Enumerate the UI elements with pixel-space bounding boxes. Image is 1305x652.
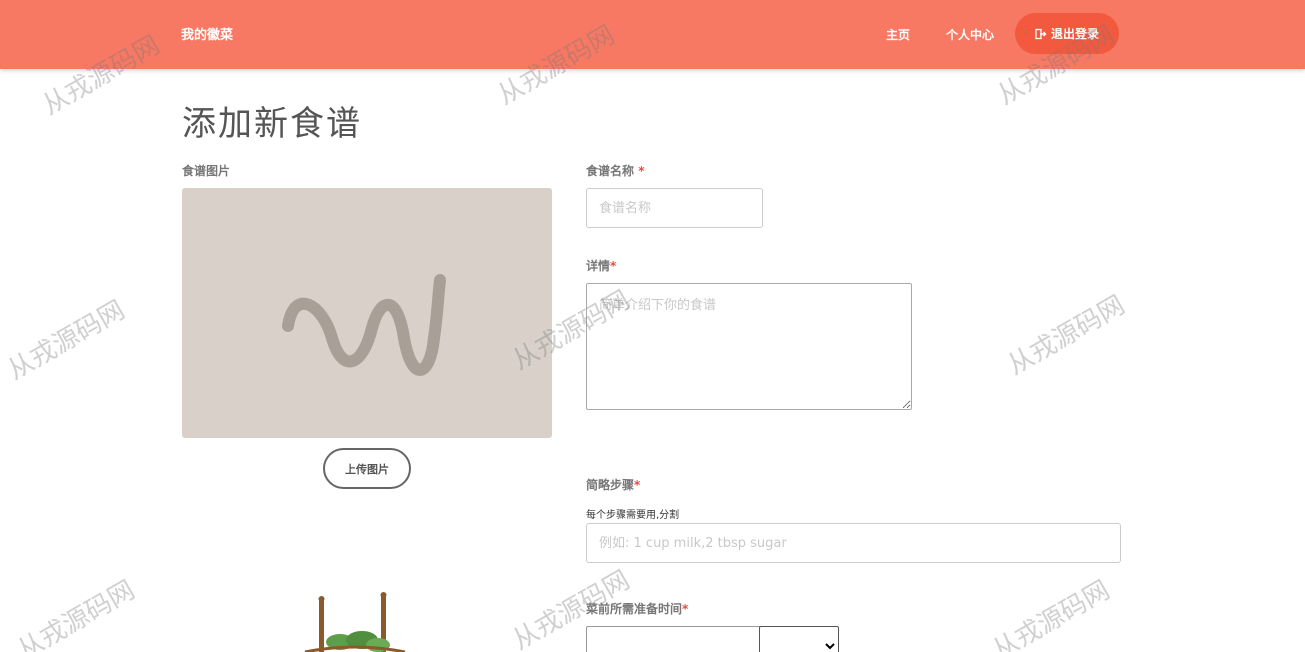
steps-hint: 每个步骤需要用,分割 (586, 510, 680, 521)
steps-input[interactable] (586, 523, 1121, 563)
nav-home-link[interactable]: 主页 (886, 26, 910, 43)
prep-time-input[interactable] (586, 626, 760, 652)
upload-image-button[interactable]: 上传图片 (323, 448, 411, 489)
prep-time-unit-select[interactable] (759, 626, 839, 652)
detail-label: 详情* (586, 259, 617, 273)
top-navbar: 我的徽菜 主页 个人中心 退出登录 (0, 0, 1305, 69)
brand-logo[interactable]: 我的徽菜 (181, 24, 233, 43)
watermark: 从戎源码网 (2, 295, 131, 387)
food-illustration (304, 592, 406, 652)
image-label: 食谱图片 (182, 164, 231, 178)
image-placeholder-icon (282, 274, 446, 376)
recipe-name-input[interactable] (586, 188, 763, 228)
name-label: 食谱名称 * (586, 164, 645, 178)
prep-time-label: 菜前所需准备时间* (586, 602, 689, 616)
sign-out-icon (1035, 28, 1047, 39)
logout-button[interactable]: 退出登录 (1015, 13, 1119, 54)
watermark: 从戎源码网 (987, 575, 1116, 652)
watermark: 从戎源码网 (1002, 290, 1131, 382)
nav-profile-link[interactable]: 个人中心 (946, 26, 994, 43)
steps-label: 简略步骤* (586, 478, 641, 492)
logout-label: 退出登录 (1050, 27, 1099, 41)
recipe-detail-textarea[interactable] (586, 283, 912, 410)
page-title: 添加新食谱 (182, 104, 362, 144)
recipe-image-placeholder (182, 188, 552, 438)
watermark: 从戎源码网 (12, 575, 141, 652)
